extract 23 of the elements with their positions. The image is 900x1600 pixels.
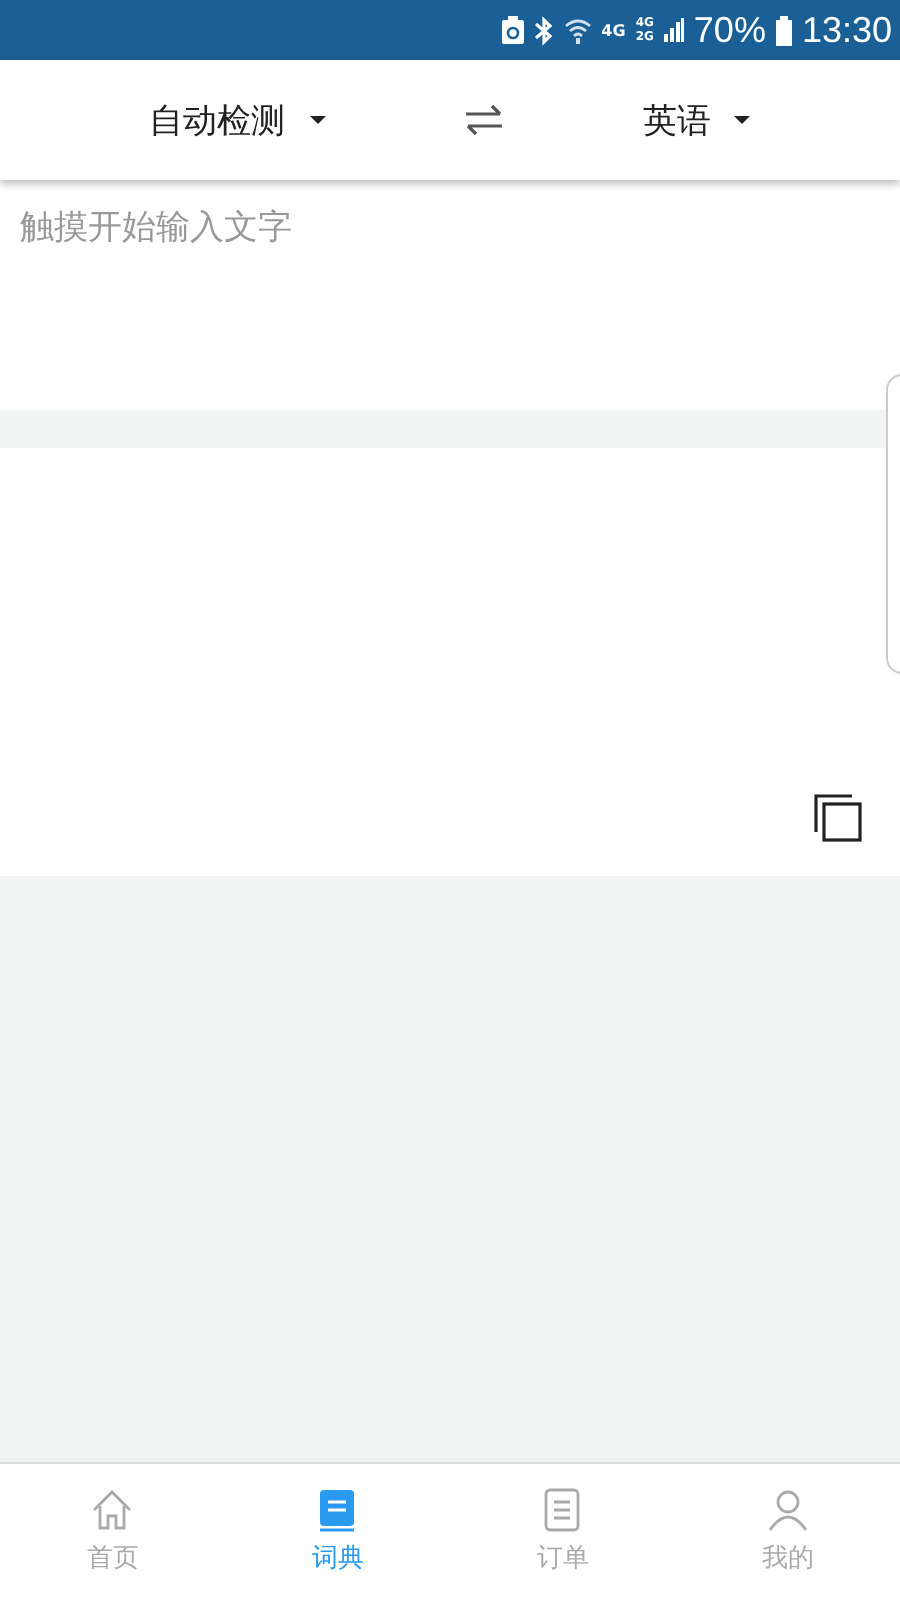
clock: 13:30 <box>801 9 892 51</box>
target-language-dropdown[interactable]: 英语 <box>634 89 759 151</box>
signal-icon <box>663 18 684 42</box>
source-language-dropdown[interactable]: 自动检测 <box>141 89 334 151</box>
wifi-icon <box>563 17 592 43</box>
book-icon <box>315 1488 360 1532</box>
caret-icon <box>734 115 751 125</box>
copy-icon[interactable] <box>814 794 862 842</box>
nav-tab[interactable]: 词典 <box>225 1464 450 1600</box>
nav-tab[interactable]: 首页 <box>0 1464 225 1600</box>
document-icon <box>540 1488 585 1532</box>
home-icon <box>90 1488 135 1532</box>
swap-icon <box>463 104 504 136</box>
bluetooth-icon <box>533 15 554 45</box>
text-input-field[interactable]: 触摸开始输入文字 <box>0 180 900 410</box>
person-icon <box>765 1488 810 1532</box>
battery-icon <box>775 15 792 45</box>
battery-percent: 70% <box>693 9 766 51</box>
nav-tab[interactable]: 订单 <box>450 1464 675 1600</box>
caret-icon <box>309 115 326 125</box>
battery-saver-icon <box>501 16 524 44</box>
network-label: 4G <box>601 21 626 39</box>
nav-tab[interactable]: 我的 <box>675 1464 900 1600</box>
